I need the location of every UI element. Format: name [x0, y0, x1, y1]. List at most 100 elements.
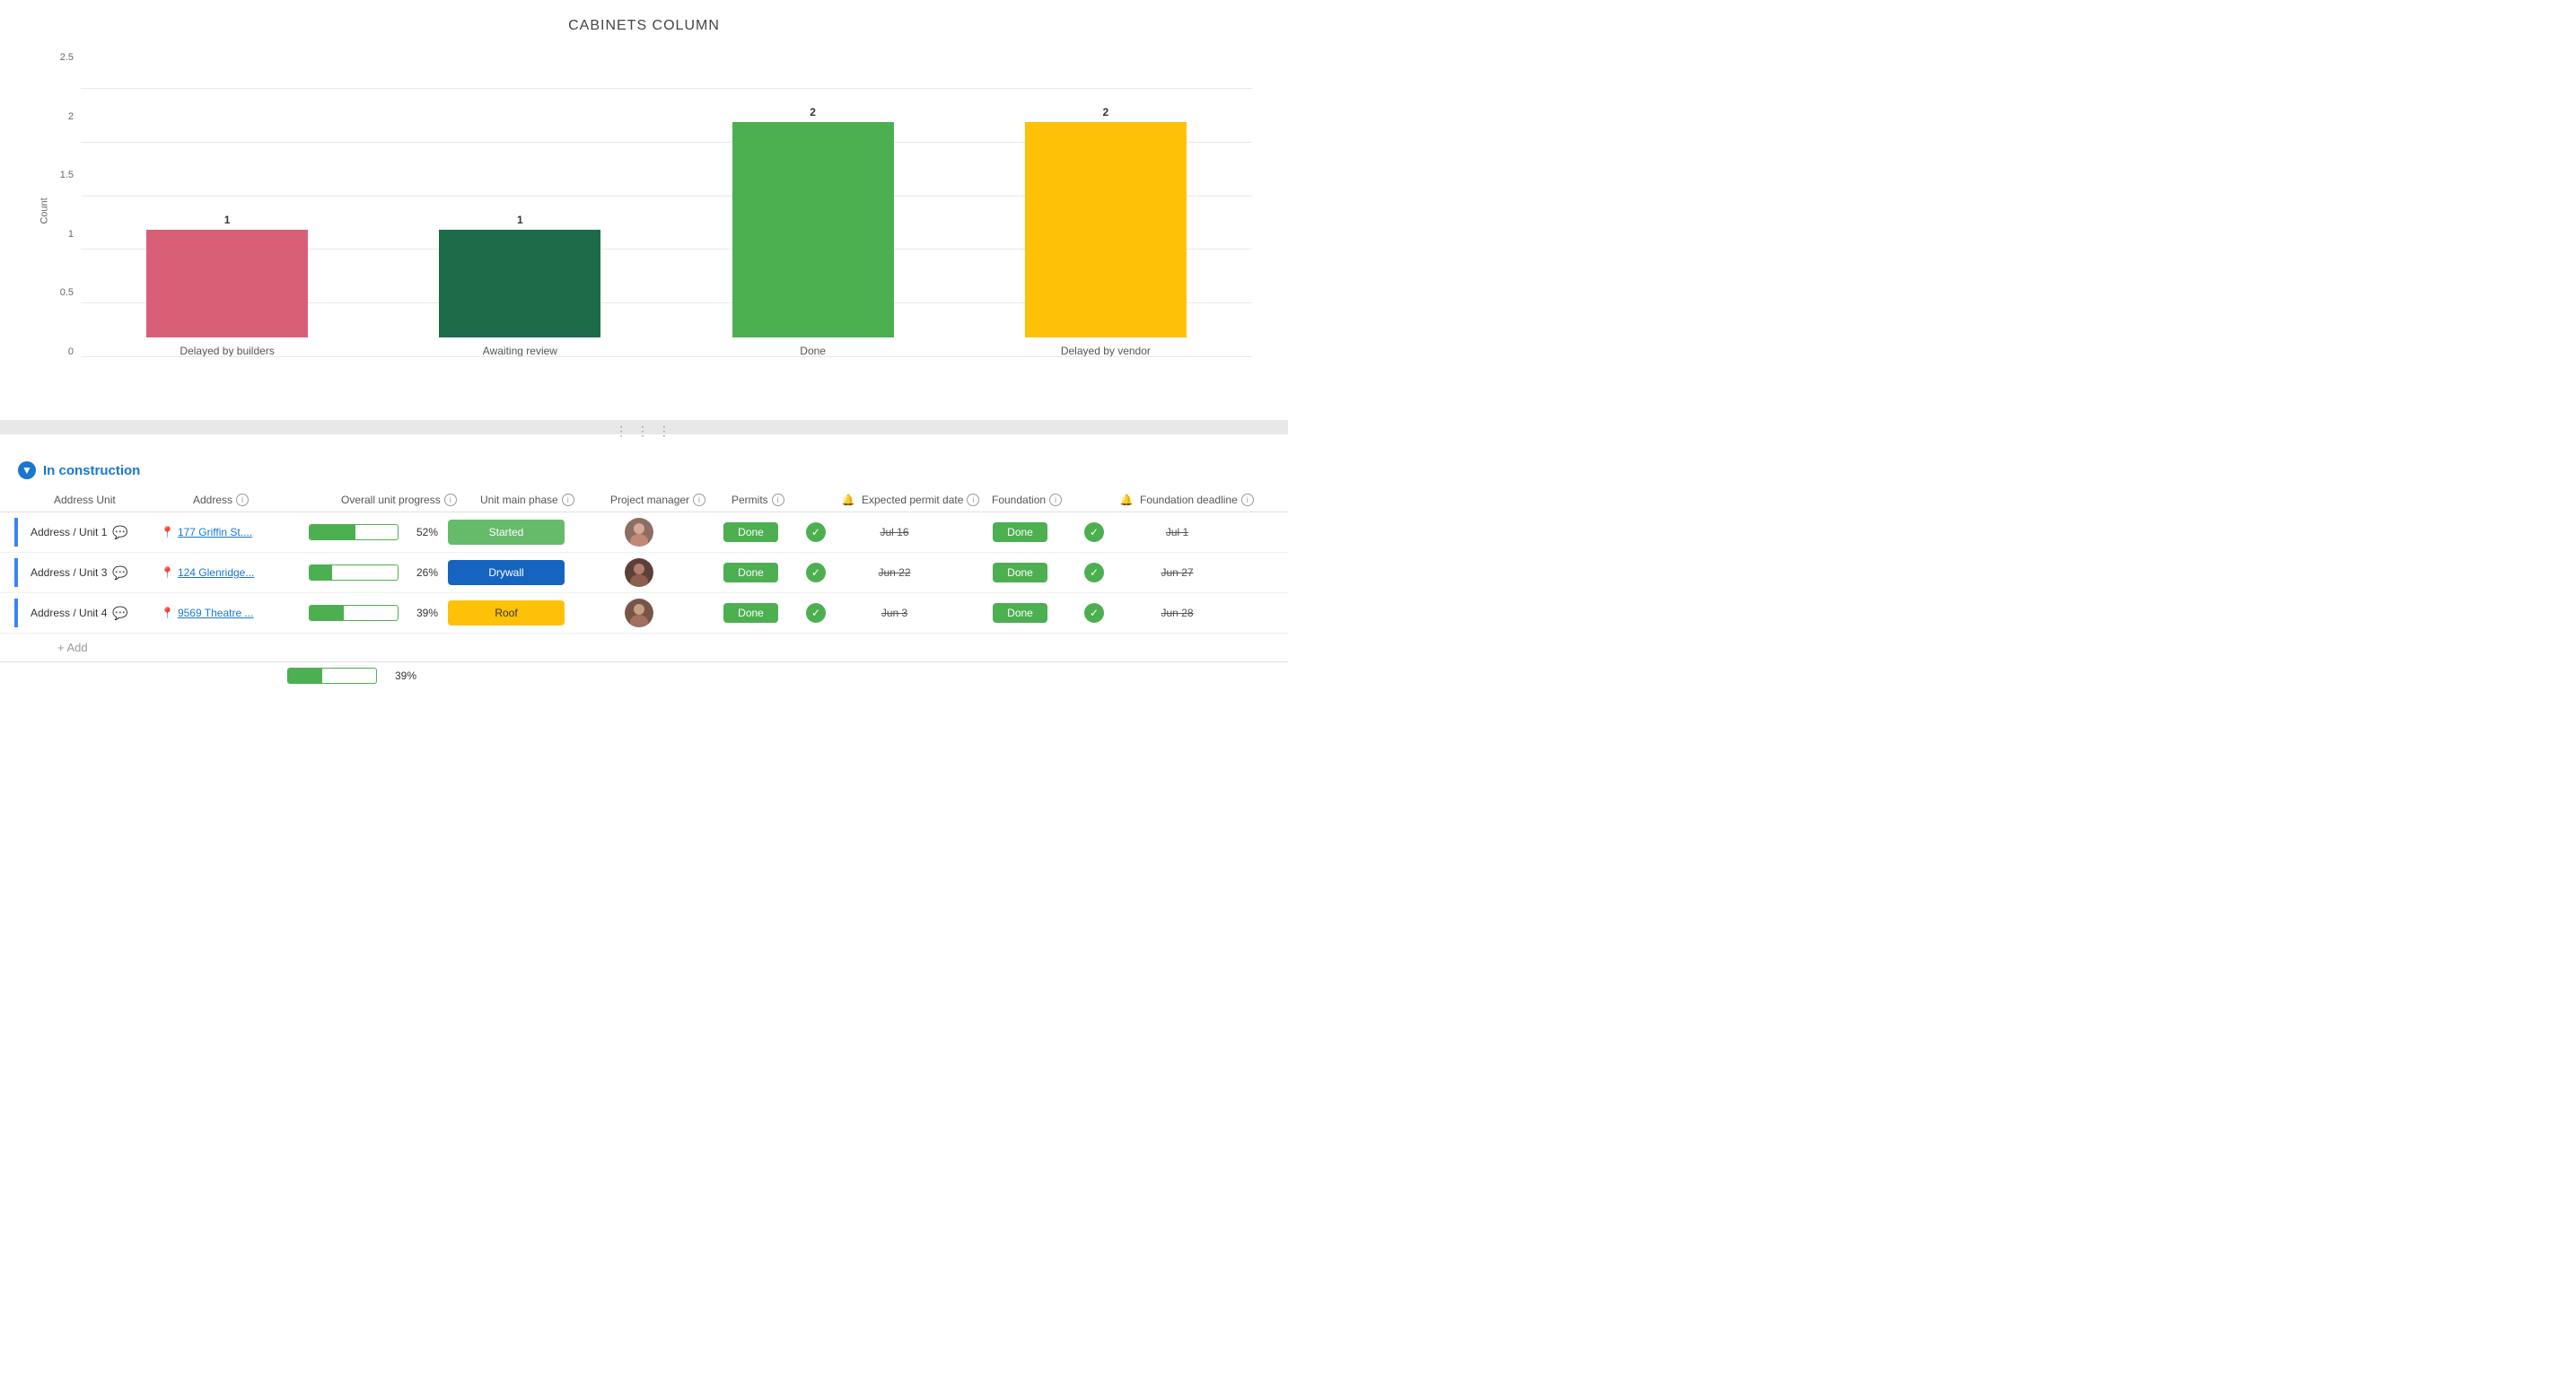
cell-unit4-permit-date: Jun 3: [829, 607, 959, 619]
unit4-foundation-deadline-text: Jun 28: [1161, 607, 1193, 619]
y-label-15: 1.5: [60, 170, 74, 180]
unit3-progress-bar: [309, 564, 399, 581]
group-toggle[interactable]: ▼: [18, 461, 36, 479]
unit1-comment-icon[interactable]: 💬: [112, 525, 127, 540]
unit4-foundation-badge[interactable]: Done: [993, 603, 1047, 623]
unit3-phase-badge[interactable]: Drywall: [448, 560, 565, 585]
bar-label-4: Delayed by vendor: [1025, 345, 1187, 357]
chart-section: CABINETS COLUMN 2.5 2 1.5 1 0.5 0: [0, 0, 1288, 427]
col-header-foundation-deadline-label: Foundation deadline: [1140, 494, 1238, 506]
unit4-avatar: [625, 599, 653, 627]
cell-unit1-foundation-deadline: Jul 1: [1108, 526, 1247, 538]
foundation-deadline-info-icon[interactable]: i: [1241, 494, 1254, 506]
unit3-foundation-deadline-text: Jun 27: [1161, 566, 1193, 579]
unit3-addr-text[interactable]: 124 Glenridge...: [178, 566, 254, 579]
bar-done: [732, 122, 894, 337]
unit1-progress-pct: 52%: [406, 526, 438, 538]
unit3-permits-badge[interactable]: Done: [723, 563, 778, 582]
unit4-check-1: ✓: [806, 603, 826, 623]
col-header-permits: Permits i: [732, 494, 835, 506]
bar-label-2: Awaiting review: [439, 345, 600, 357]
cell-unit4-progress: 39%: [309, 605, 448, 621]
bar-delayed-vendor: [1025, 122, 1187, 337]
unit4-permits-badge[interactable]: Done: [723, 603, 778, 623]
table-section: ▼ In construction Address Unit Address i…: [0, 434, 1288, 707]
cell-unit3-addr: 📍 124 Glenridge...: [161, 566, 309, 579]
unit4-phase-badge[interactable]: Roof: [448, 600, 565, 626]
divider-bar: ⋮ ⋮ ⋮: [0, 427, 1288, 434]
add-row[interactable]: + Add: [0, 634, 1288, 661]
unit3-check-2: ✓: [1084, 563, 1104, 582]
permit-date-info-icon[interactable]: i: [967, 494, 979, 506]
unit4-permit-date-text: Jun 3: [881, 607, 907, 619]
unit4-progress-bar: [309, 605, 399, 621]
cell-unit1-bell2: ✓: [1081, 522, 1108, 542]
cell-unit1-manager: [578, 518, 699, 547]
group-name[interactable]: In construction: [43, 463, 140, 478]
table-row: Address / Unit 4 💬 📍 9569 Theatre ... 39…: [0, 593, 1288, 634]
cell-unit3-progress: 26%: [309, 564, 448, 581]
column-headers: Address Unit Address i Overall unit prog…: [0, 488, 1288, 512]
unit3-foundation-badge[interactable]: Done: [993, 563, 1047, 582]
unit1-permits-badge[interactable]: Done: [723, 522, 778, 542]
y-axis-label: Count: [39, 197, 50, 223]
y-label-1: 1: [68, 229, 74, 240]
unit1-addr-text[interactable]: 177 Griffin St....: [178, 526, 252, 538]
y-label-05: 0.5: [60, 287, 74, 298]
col-header-address-label: Address: [193, 494, 232, 506]
summary-row: 39%: [0, 661, 1288, 689]
manager-info-icon[interactable]: i: [693, 494, 705, 506]
unit4-comment-icon[interactable]: 💬: [112, 606, 127, 621]
col-header-address-name: Address Unit: [54, 494, 193, 506]
unit1-foundation-badge[interactable]: Done: [993, 522, 1047, 542]
unit1-phase-badge[interactable]: Started: [448, 520, 565, 545]
summary-progress-pct: 39%: [384, 669, 416, 682]
unit4-addr-text[interactable]: 9569 Theatre ...: [178, 607, 254, 619]
bell-icon-1: 🔔: [842, 494, 855, 506]
unit3-check-1: ✓: [806, 563, 826, 582]
unit4-progress-pct: 39%: [406, 607, 438, 619]
bar-group-delayed-builders: 1 Delayed by builders: [81, 88, 373, 357]
group-header: ▼ In construction: [0, 452, 1288, 488]
foundation-info-icon[interactable]: i: [1049, 494, 1062, 506]
unit3-permit-date-text: Jun 22: [878, 566, 910, 579]
cell-unit1-permit-date: Jul 16: [829, 526, 959, 538]
unit3-progress-fill: [310, 565, 332, 580]
unit1-progress-fill: [310, 525, 355, 539]
divider-dots: ⋮ ⋮ ⋮: [615, 424, 673, 439]
cell-unit3-foundation: Done: [959, 563, 1081, 582]
unit1-check-1: ✓: [806, 522, 826, 542]
cell-unit3-foundation-deadline: Jun 27: [1108, 566, 1247, 579]
bar-awaiting-review: [439, 230, 600, 337]
col-header-foundation-deadline: Foundation deadline i: [1140, 494, 1279, 506]
unit3-location-icon: 📍: [161, 566, 174, 579]
y-label-2: 2: [68, 111, 74, 122]
unit1-check-2: ✓: [1084, 522, 1104, 542]
cell-unit3-permit-date: Jun 22: [829, 566, 959, 579]
col-header-address-name-label: Address Unit: [54, 494, 116, 506]
phase-info-icon[interactable]: i: [562, 494, 574, 506]
summary-progress-bar: [287, 668, 377, 684]
bars-container: 1 Delayed by builders 1 Awaiting review …: [81, 88, 1252, 393]
cell-unit4-name: Address / Unit 4 💬: [22, 606, 161, 621]
permits-info-icon[interactable]: i: [772, 494, 784, 506]
summary-progress-fill: [288, 669, 322, 683]
y-label-0: 0: [68, 346, 74, 357]
unit1-avatar: [625, 518, 653, 547]
cell-unit4-bell2: ✓: [1081, 603, 1108, 623]
unit4-name-text: Address / Unit 4: [31, 607, 107, 619]
address-info-icon[interactable]: i: [236, 494, 249, 506]
bell-icon-2: 🔔: [1120, 494, 1134, 506]
unit3-comment-icon[interactable]: 💬: [112, 565, 127, 581]
cell-unit1-addr: 📍 177 Griffin St....: [161, 526, 309, 538]
cell-unit1-permits: Done: [699, 522, 802, 542]
bar-value-4: 2: [1103, 106, 1109, 118]
unit4-location-icon: 📍: [161, 607, 174, 619]
cell-unit3-phase: Drywall: [448, 560, 578, 585]
bar-group-delayed-vendor: 2 Delayed by vendor: [959, 88, 1252, 357]
add-row-label[interactable]: + Add: [57, 641, 88, 654]
col-header-permits-label: Permits: [732, 494, 768, 506]
cell-unit3-permits: Done: [699, 563, 802, 582]
bar-label-1: Delayed by builders: [146, 345, 308, 357]
progress-info-icon[interactable]: i: [444, 494, 457, 506]
